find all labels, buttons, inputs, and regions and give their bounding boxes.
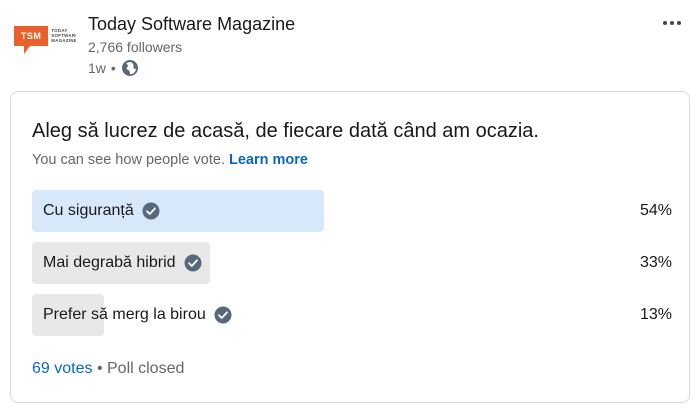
poll-option-label-group: Cu siguranță — [43, 190, 160, 232]
check-circle-icon — [142, 202, 160, 220]
poll-option[interactable]: Mai degrabă hibrid 33% — [32, 242, 672, 284]
poll-option-label-group: Prefer să merg la birou — [43, 294, 232, 336]
footer-separator: • — [96, 360, 103, 377]
post-time: 1w — [88, 60, 106, 76]
globe-icon — [121, 59, 139, 77]
poll-option-label: Mai degrabă hibrid — [43, 254, 176, 271]
poll-option[interactable]: Cu siguranță 54% — [32, 190, 672, 232]
poll-option-label: Cu siguranță — [43, 202, 134, 219]
poll-option-label: Prefer să merg la birou — [43, 306, 206, 323]
logo-mark: TSM — [14, 26, 49, 54]
poll-option-label-group: Mai degrabă hibrid — [43, 242, 202, 284]
check-circle-icon — [214, 306, 232, 324]
poll-option-percent: 33% — [639, 254, 672, 271]
learn-more-link[interactable]: Learn more — [229, 152, 308, 168]
check-circle-icon — [184, 254, 202, 272]
post-header: TSM TODAY SOFTWARE MAGAZINE Today Softwa… — [14, 12, 686, 82]
ellipsis-icon — [663, 21, 681, 25]
logo-subtext: TODAY SOFTWARE MAGAZINE — [51, 28, 76, 43]
poll-option-percent: 13% — [639, 306, 672, 323]
vote-visibility-text: You can see how people vote. — [32, 152, 225, 168]
poll-option-percent: 54% — [639, 202, 672, 219]
poll-footer: 69 votes • Poll closed — [32, 360, 184, 378]
poll-notice: You can see how people vote. Learn more — [32, 152, 308, 168]
meta-separator: • — [110, 60, 116, 76]
poll-question: Aleg să lucrez de acasă, de fiecare dată… — [32, 120, 539, 142]
author-name[interactable]: Today Software Magazine — [88, 14, 295, 35]
company-logo[interactable]: TSM TODAY SOFTWARE MAGAZINE — [14, 26, 76, 54]
poll-card: Aleg să lucrez de acasă, de fiecare dată… — [10, 91, 690, 403]
poll-status: Poll closed — [107, 360, 185, 377]
poll-option[interactable]: Prefer să merg la birou 13% — [32, 294, 672, 336]
vote-count-link[interactable]: 69 votes — [32, 360, 92, 377]
post-meta: 1w • — [88, 59, 139, 77]
more-options-button[interactable] — [660, 16, 684, 30]
follower-count: 2,766 followers — [88, 39, 183, 55]
